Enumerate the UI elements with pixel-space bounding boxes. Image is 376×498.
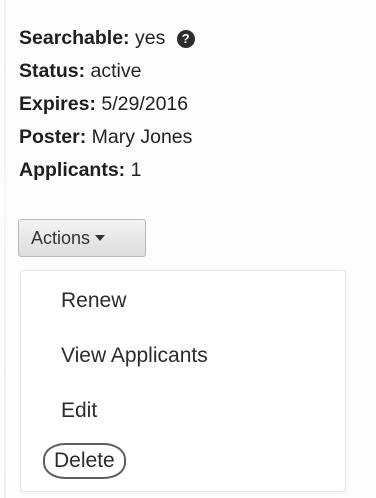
applicants-row: Applicants: 1 [19, 154, 195, 187]
poster-value: Mary Jones [91, 126, 193, 148]
status-row: Status: active [19, 55, 195, 88]
poster-row: Poster: Mary Jones [19, 121, 195, 154]
poster-label: Poster: [19, 126, 87, 148]
caret-down-icon [95, 235, 106, 241]
searchable-row: Searchable: yes ? [19, 22, 195, 55]
actions-dropdown-button[interactable]: Actions [18, 219, 146, 257]
question-circle-icon[interactable]: ? [176, 30, 195, 48]
expires-row: Expires: 5/29/2016 [19, 88, 195, 121]
menu-item-edit[interactable]: Edit [61, 399, 97, 423]
searchable-label: Searchable: [19, 27, 130, 49]
actions-dropdown-menu: Renew View Applicants Edit Delete [20, 270, 346, 492]
applicants-label: Applicants: [19, 159, 126, 181]
expires-label: Expires: [19, 93, 96, 115]
applicants-value: 1 [130, 159, 142, 181]
searchable-value: yes [134, 27, 166, 49]
menu-item-view-applicants[interactable]: View Applicants [61, 344, 208, 368]
page-edge [4, 0, 6, 498]
status-label: Status: [19, 60, 86, 82]
job-posting-details-page: Searchable: yes ? Status: active Expires… [0, 0, 376, 498]
expires-value: 5/29/2016 [101, 93, 189, 115]
menu-item-delete[interactable]: Delete [43, 443, 126, 479]
posting-info: Searchable: yes ? Status: active Expires… [19, 22, 195, 187]
actions-button-label: Actions [31, 228, 91, 248]
status-value: active [90, 60, 142, 82]
menu-item-renew[interactable]: Renew [61, 289, 126, 313]
